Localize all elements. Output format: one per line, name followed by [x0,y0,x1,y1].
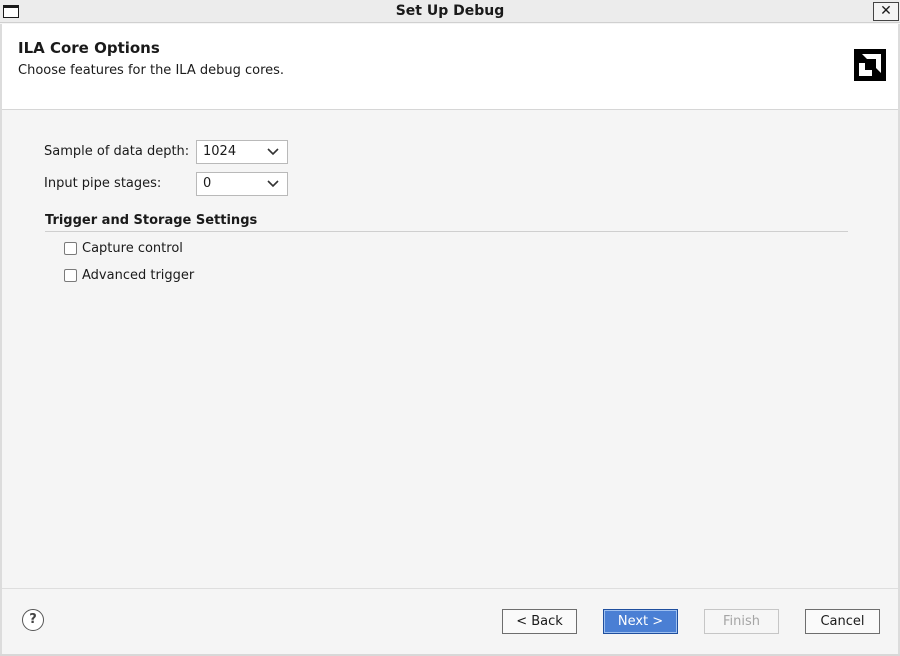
advanced-trigger-label[interactable]: Advanced trigger [82,268,194,283]
title-bar: Set Up Debug ✕ [0,0,900,23]
pipe-stages-value: 0 [203,176,212,191]
close-button[interactable]: ✕ [873,2,899,21]
next-button[interactable]: Next > [603,609,678,634]
help-icon[interactable]: ? [22,609,44,631]
pipe-stages-label: Input pipe stages: [44,176,162,191]
chevron-down-icon [267,180,279,188]
back-button[interactable]: < Back [502,609,577,634]
options-panel: Sample of data depth: 1024 Input pipe st… [2,111,898,588]
chevron-down-icon [267,148,279,156]
section-divider [45,231,848,232]
advanced-trigger-checkbox[interactable] [64,269,77,282]
amd-logo-icon [854,49,886,81]
section-title-trigger-storage: Trigger and Storage Settings [45,213,258,228]
capture-control-label[interactable]: Capture control [82,241,183,256]
footer-divider [2,588,898,589]
wizard-header: ILA Core Options Choose features for the… [2,24,898,110]
sample-depth-label: Sample of data depth: [44,144,190,159]
window-title: Set Up Debug [395,3,505,19]
page-subtitle: Choose features for the ILA debug cores. [18,63,285,78]
capture-control-checkbox[interactable] [64,242,77,255]
page-title: ILA Core Options [18,39,160,57]
cancel-button[interactable]: Cancel [805,609,880,634]
pipe-stages-select[interactable]: 0 [196,172,288,196]
sample-depth-select[interactable]: 1024 [196,140,288,164]
sample-depth-value: 1024 [203,144,237,159]
finish-button[interactable]: Finish [704,609,779,634]
